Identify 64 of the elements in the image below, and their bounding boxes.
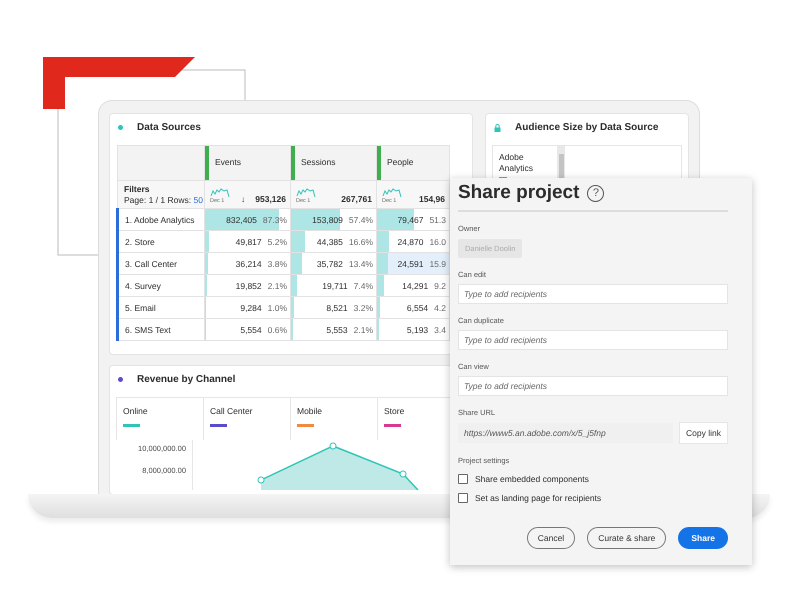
lock-icon: [494, 124, 501, 132]
row-label: 4. Survey: [125, 280, 161, 290]
table-cell: 35,782 13.4%: [291, 253, 376, 274]
table-cell: 6,554 4.2: [377, 297, 449, 318]
data-point: [400, 470, 406, 478]
row-label: 3. Call Center: [125, 258, 177, 268]
checkbox-label[interactable]: Share embedded components: [475, 474, 589, 484]
recipients-field[interactable]: Type to add recipients: [458, 330, 728, 350]
table-cell: 49,817 5.2%: [205, 231, 290, 252]
total-value: 267,761: [341, 194, 372, 204]
recipients-field[interactable]: Type to add recipients: [458, 284, 728, 304]
table-cell: 19,711 7.4%: [291, 275, 376, 296]
dialog-button[interactable]: Share: [678, 527, 728, 549]
dialog-title: Share project: [458, 182, 580, 204]
checkbox[interactable]: [458, 493, 468, 503]
legend-label: Online: [123, 406, 149, 416]
dot-icon: [118, 125, 123, 130]
sparkline: [382, 188, 404, 198]
dialog-button[interactable]: Curate & share: [587, 527, 666, 549]
row-label: 6. SMS Text: [125, 324, 171, 334]
table-cell: 44,385 16.6%: [291, 231, 376, 252]
column-header[interactable]: People: [376, 146, 450, 180]
table-cell: 36,214 3.8%: [205, 253, 290, 274]
row-label: 2. Store: [125, 236, 155, 246]
table-cell: 153,809 57.4%: [291, 209, 376, 230]
table-cell: 79,467 51.3: [377, 209, 449, 230]
table-cell: 5,554 0.6%: [205, 319, 290, 340]
table-cell: 24,591 15.9: [377, 253, 449, 274]
row-label: 5. Email: [125, 302, 156, 312]
recipients-field[interactable]: Type to add recipients: [458, 376, 728, 396]
data-point: [258, 476, 264, 484]
legend-label: Adobe Analytics: [499, 152, 534, 173]
total-value: 154,96: [419, 194, 445, 204]
dot-icon: [118, 377, 123, 382]
column-header[interactable]: Events: [204, 146, 290, 180]
row-label: 1. Adobe Analytics: [125, 214, 194, 224]
url-field[interactable]: https://www5.an.adobe.com/x/5_j5fnp: [458, 423, 674, 443]
page-info: Page: 1 / 1 Rows:: [124, 194, 192, 204]
help-icon[interactable]: ?: [587, 184, 604, 202]
rows-count-link[interactable]: 50: [193, 194, 203, 204]
column-header[interactable]: Sessions: [290, 146, 376, 180]
legend-label: Store: [384, 406, 406, 416]
table-cell: 8,521 3.2%: [291, 297, 376, 318]
panel-title: Audience Size by Data Source: [515, 122, 658, 133]
table-cell: 5,193 3.4: [377, 319, 449, 340]
table-cell: 14,291 9.2: [377, 275, 449, 296]
sparkline: [210, 188, 232, 198]
table-cell: 9,284 1.0%: [205, 297, 290, 318]
filters-label: Filters: [124, 184, 151, 194]
panel-title: Revenue by Channel: [137, 374, 236, 385]
table-cell: 19,852 2.1%: [205, 275, 290, 296]
sparkline: [296, 188, 318, 198]
panel-title: Data Sources: [137, 122, 201, 133]
table-cell: 5,553 2.1%: [291, 319, 376, 340]
total-value: 953,126: [255, 194, 286, 204]
sort-arrow[interactable]: ↓: [241, 194, 246, 204]
checkbox[interactable]: [458, 474, 468, 484]
dialog-button[interactable]: Cancel: [526, 527, 576, 549]
legend-label: Call Center: [210, 406, 254, 416]
table-cell: 24,870 16.0: [377, 231, 449, 252]
data-point: [330, 442, 336, 450]
checkbox-label[interactable]: Set as landing page for recipients: [475, 493, 602, 503]
copy-link-button[interactable]: Copy link: [679, 422, 728, 444]
legend-label: Mobile: [297, 406, 324, 416]
